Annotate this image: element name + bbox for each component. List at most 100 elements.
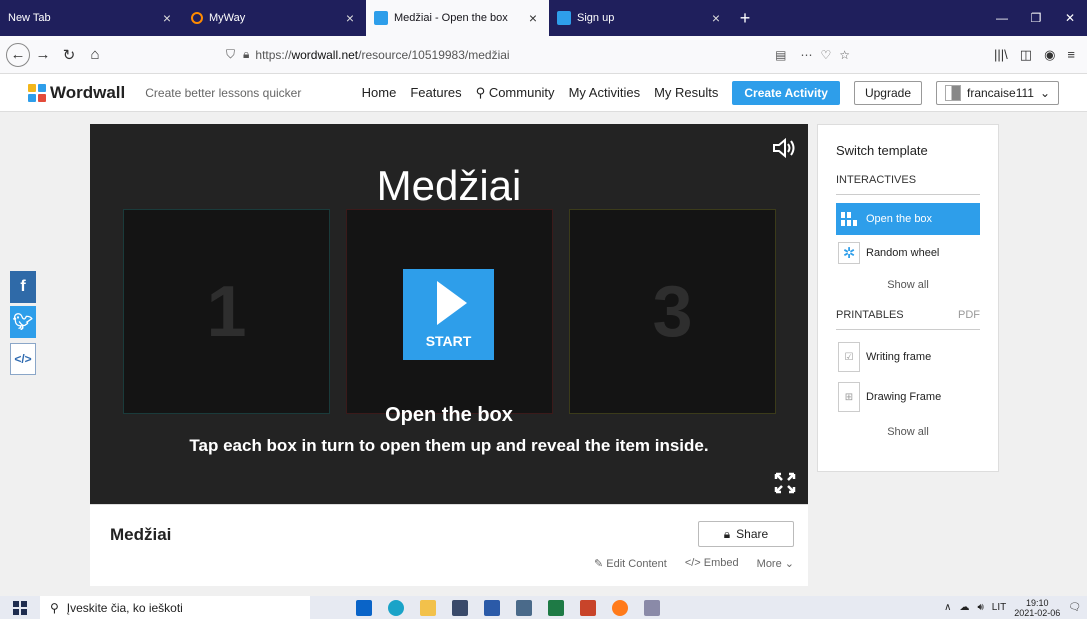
more-menu[interactable]: More ⌄	[757, 557, 794, 570]
interactives-header: INTERACTIVES	[836, 174, 980, 195]
close-icon[interactable]: ×	[342, 10, 358, 26]
player-title: Medžiai	[376, 162, 522, 209]
forward-icon[interactable]: →	[30, 42, 56, 68]
taskbar-search[interactable]: ⚲ Įveskite čia, ko ieškoti	[40, 596, 310, 619]
reader-view-icon[interactable]: ▤	[775, 48, 786, 62]
nav-home[interactable]: Home	[362, 85, 397, 100]
tagline: Create better lessons quicker	[145, 85, 302, 100]
minimize-icon[interactable]: —	[985, 0, 1019, 36]
box-1[interactable]: 1	[123, 209, 330, 414]
tab-sign-up[interactable]: Sign up ×	[549, 0, 732, 36]
network-icon[interactable]: ☁	[959, 602, 969, 613]
word-icon[interactable]	[484, 599, 500, 616]
account-icon[interactable]: ◉	[1044, 47, 1055, 63]
lock-icon: 🔒︎	[243, 47, 250, 61]
twitter-share-button[interactable]: 🐦︎	[10, 306, 36, 338]
facebook-share-button[interactable]: f	[10, 271, 36, 303]
code-icon: </>	[14, 352, 32, 366]
create-activity-button[interactable]: Create Activity	[732, 80, 840, 105]
paint-icon[interactable]	[644, 599, 660, 616]
panel-heading: Switch template	[836, 143, 928, 158]
windows-icon	[13, 600, 27, 615]
avatar	[945, 84, 961, 101]
box-3[interactable]: 3	[569, 209, 776, 414]
start-button[interactable]: START	[403, 269, 494, 360]
restore-icon[interactable]: ❐	[1019, 0, 1053, 36]
tab-medziai[interactable]: Medžiai - Open the box ×	[366, 0, 549, 36]
home-icon[interactable]: ⌂	[82, 42, 108, 68]
upgrade-button[interactable]: Upgrade	[853, 80, 922, 105]
switch-template-panel: Switch template INTERACTIVES Open the bo…	[817, 124, 999, 472]
menu-icon[interactable]: ≡	[1067, 47, 1075, 62]
template-writing-frame[interactable]: ☑ Writing frame	[836, 338, 980, 376]
reload-icon[interactable]: ↻	[56, 42, 82, 68]
teams-icon[interactable]	[516, 599, 532, 616]
template-open-the-box[interactable]: Open the box	[836, 203, 980, 235]
store-icon[interactable]	[452, 599, 468, 616]
code-icon: </>	[684, 557, 701, 569]
edge-icon[interactable]	[388, 599, 404, 616]
outlook-icon[interactable]	[356, 599, 372, 616]
play-icon	[436, 280, 467, 325]
language-indicator[interactable]: LIT	[992, 602, 1006, 613]
bookmark-star-icon[interactable]: ☆	[839, 48, 850, 62]
close-window-icon[interactable]: ✕	[1053, 0, 1087, 36]
firefox-icon[interactable]	[612, 599, 628, 616]
new-tab-button[interactable]: +	[732, 0, 758, 36]
tab-title: Sign up	[577, 12, 615, 24]
more-icon[interactable]: ⋯	[800, 48, 812, 62]
search-icon: ⚲	[475, 84, 486, 100]
nav-my-activities[interactable]: My Activities	[569, 85, 641, 100]
sound-icon[interactable]	[772, 138, 796, 158]
system-tray: ∧ ☁ 🔊︎ LIT 19:10 2021-02-06 🗨︎	[944, 598, 1087, 618]
embed-share-button[interactable]: </>	[10, 343, 36, 375]
wordwall-icon	[557, 11, 571, 25]
template-drawing-frame[interactable]: ⊞ Drawing Frame	[836, 378, 980, 416]
excel-icon[interactable]	[548, 599, 564, 616]
fullscreen-icon[interactable]	[774, 472, 796, 494]
activity-actions: ✎ Edit Content </> Embed More ⌄	[594, 557, 794, 570]
nav-community[interactable]: ⚲ Community	[476, 85, 555, 101]
writing-frame-icon: ☑	[838, 342, 860, 372]
sidebar-icon[interactable]: ◫	[1020, 47, 1032, 63]
pencil-icon: ✎	[594, 558, 604, 570]
nav-features[interactable]: Features	[410, 85, 461, 100]
pocket-icon[interactable]: ♡	[820, 48, 831, 62]
template-random-wheel[interactable]: ✲ Random wheel	[836, 237, 980, 269]
open-box-icon	[838, 208, 860, 230]
chevron-down-icon: ⌄	[784, 558, 794, 570]
notifications-icon[interactable]: 🗨︎	[1068, 602, 1081, 613]
share-button[interactable]: 🔒︎ Share	[698, 521, 794, 547]
library-icon[interactable]: |||\	[994, 47, 1008, 62]
activity-title: Medžiai	[110, 525, 172, 544]
chevron-up-icon[interactable]: ∧	[944, 602, 951, 613]
start-label: START	[425, 332, 472, 349]
show-all-printables-link[interactable]: Show all	[836, 418, 980, 456]
drawing-frame-icon: ⊞	[838, 382, 860, 412]
template-name: Open the box	[385, 404, 513, 426]
user-menu-button[interactable]: francaise111 ⌄	[936, 80, 1059, 105]
template-description: Tap each box in turn to open them up and…	[189, 436, 709, 455]
tab-title: Medžiai - Open the box	[394, 12, 508, 24]
printables-header: PRINTABLES PDF	[836, 309, 980, 330]
close-icon[interactable]: ×	[708, 10, 724, 26]
close-icon[interactable]: ×	[159, 10, 175, 26]
powerpoint-icon[interactable]	[580, 599, 596, 616]
activity-player[interactable]: Medžiai 1 2 3 START Open the box Tap eac…	[90, 124, 808, 504]
url-bar[interactable]: ⛉ 🔒︎ https://wordwall.net/resource/10519…	[218, 42, 858, 68]
close-icon[interactable]: ×	[525, 10, 541, 26]
show-all-interactives-link[interactable]: Show all	[836, 271, 980, 309]
edit-content-link[interactable]: ✎ Edit Content	[594, 557, 667, 570]
tab-title: MyWay	[209, 12, 246, 24]
wordwall-logo[interactable]: Wordwall	[28, 83, 125, 103]
clock[interactable]: 19:10 2021-02-06	[1014, 598, 1060, 618]
volume-icon[interactable]: 🔊︎	[977, 602, 983, 613]
embed-link[interactable]: </> Embed	[685, 557, 739, 570]
tab-new-tab[interactable]: New Tab ×	[0, 0, 183, 36]
facebook-icon: f	[20, 278, 26, 295]
file-explorer-icon[interactable]	[420, 599, 436, 616]
nav-my-results[interactable]: My Results	[654, 85, 718, 100]
windows-start-button[interactable]	[0, 600, 40, 615]
tab-myway[interactable]: MyWay ×	[183, 0, 366, 36]
back-icon[interactable]: ←	[6, 42, 30, 67]
